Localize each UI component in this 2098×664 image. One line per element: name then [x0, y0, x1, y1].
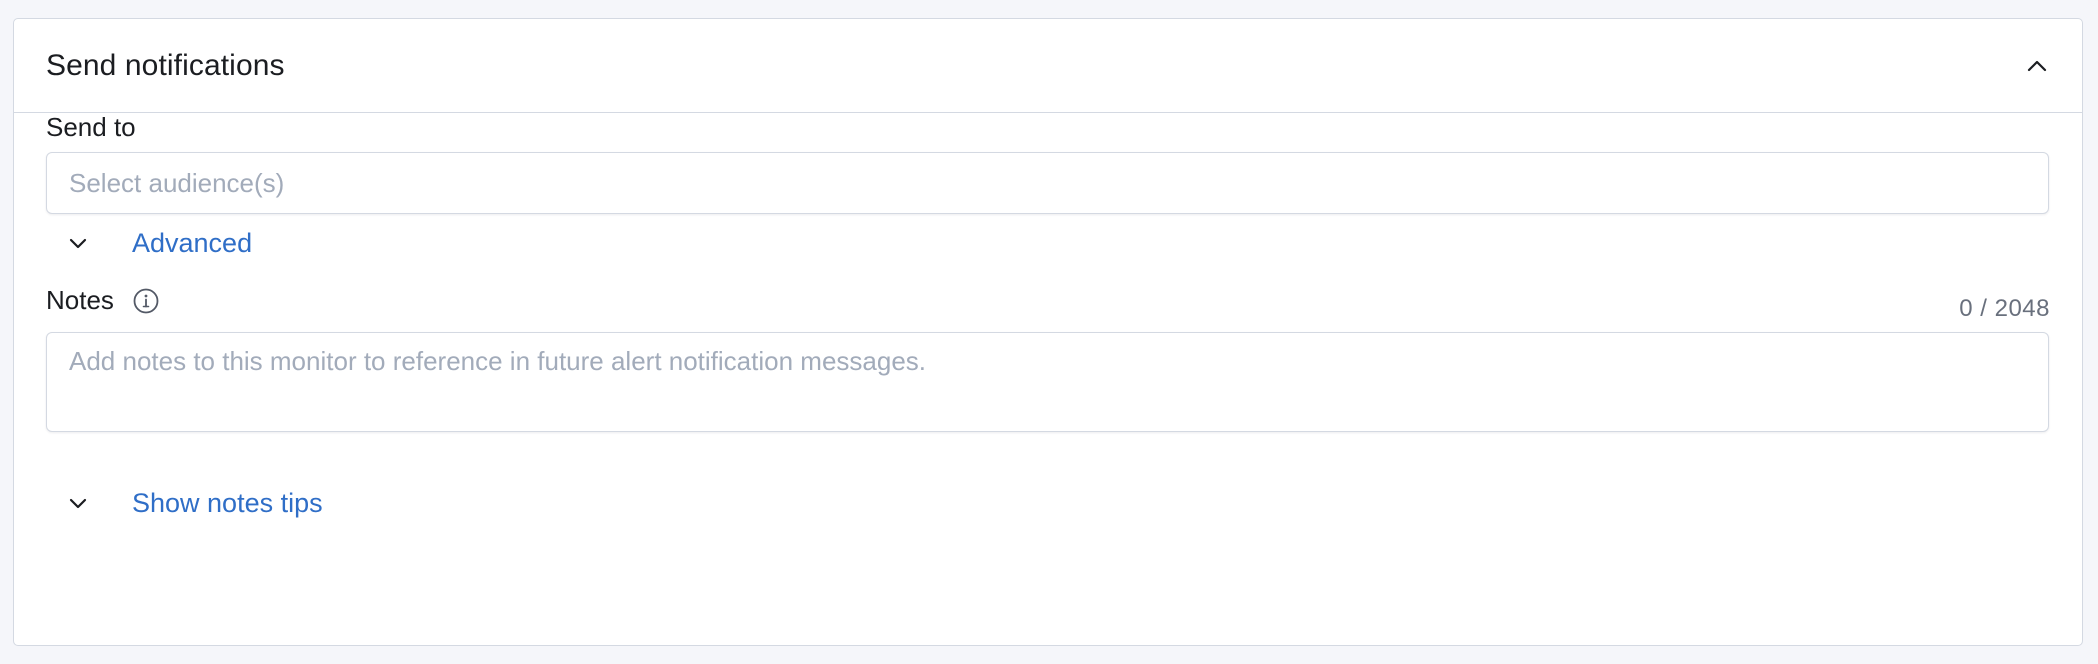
audience-select-input[interactable]: [46, 152, 2049, 214]
panel-header[interactable]: Send notifications: [14, 19, 2082, 113]
show-notes-tips-toggle[interactable]: Show notes tips: [64, 488, 323, 519]
notes-label-row: Notes: [46, 285, 160, 316]
send-notifications-panel: Send notifications Send to Advanced Note…: [13, 18, 2083, 646]
advanced-link[interactable]: Advanced: [132, 228, 252, 259]
chevron-down-icon: [64, 490, 92, 518]
chevron-up-icon: [2027, 60, 2047, 71]
info-icon[interactable]: [132, 287, 160, 315]
advanced-toggle[interactable]: Advanced: [64, 228, 252, 259]
send-to-label: Send to: [46, 112, 136, 142]
collapse-button[interactable]: [2022, 51, 2052, 81]
notes-char-count: 0 / 2048: [1959, 295, 2050, 322]
show-notes-tips-link[interactable]: Show notes tips: [132, 488, 323, 519]
notes-textarea[interactable]: [46, 332, 2049, 432]
panel-title: Send notifications: [46, 48, 285, 82]
chevron-down-icon: [64, 230, 92, 258]
notes-label: Notes: [46, 285, 114, 315]
